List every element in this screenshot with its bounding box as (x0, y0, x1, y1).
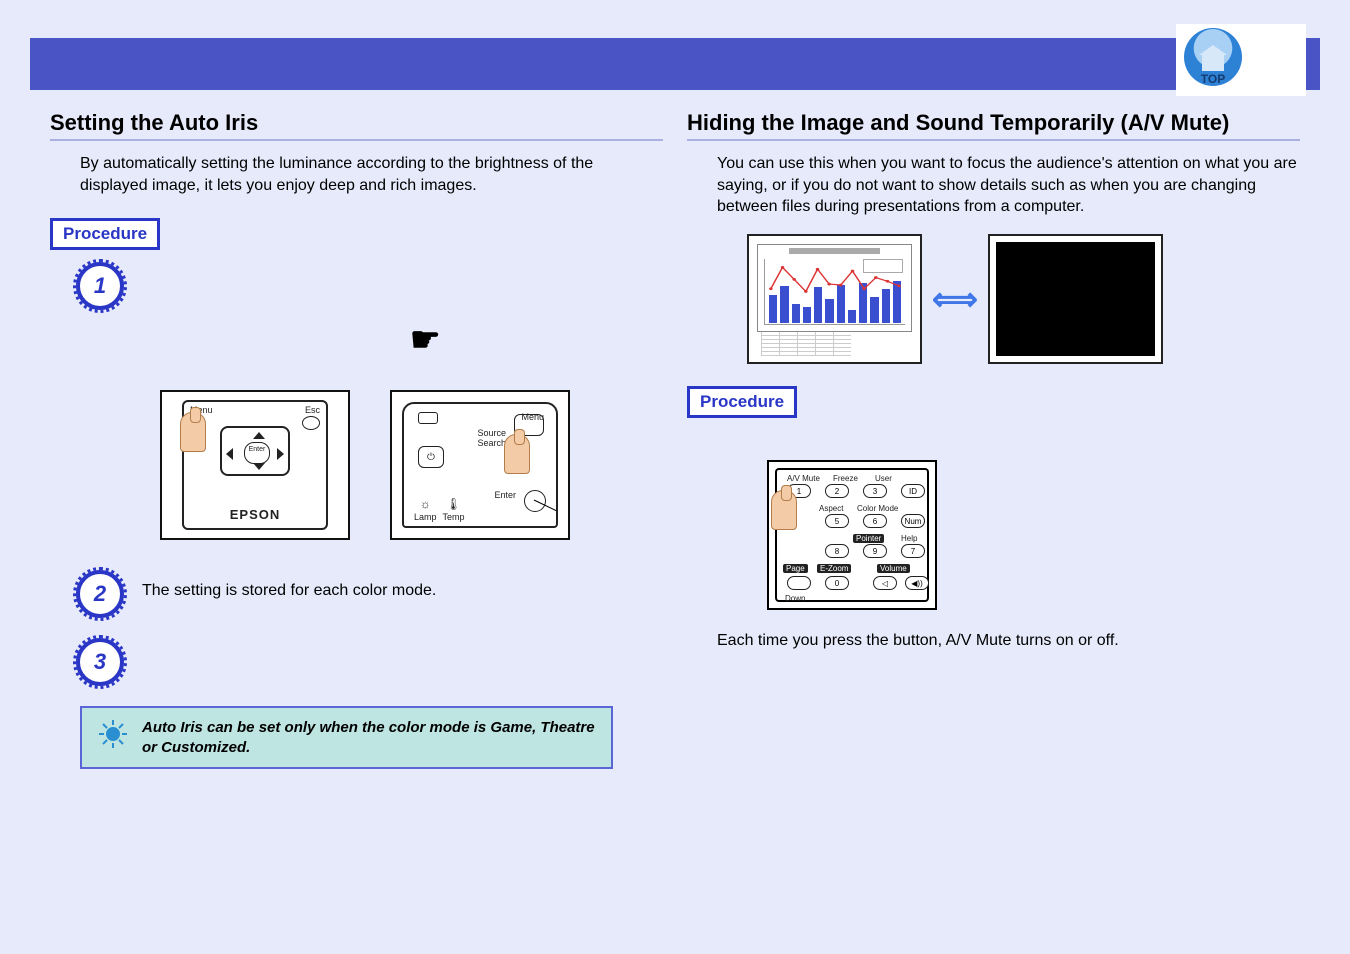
arrow-up-icon (253, 432, 265, 439)
lbl-volume: Volume (877, 564, 910, 573)
lbl-aspect: Aspect (819, 504, 843, 513)
lightbulb-icon (98, 719, 128, 756)
step-num-3: 3 (94, 649, 106, 675)
remote-esc-label: Esc (305, 405, 320, 415)
right-result: Each time you press the button, A/V Mute… (687, 630, 1300, 652)
diagram-row: Menu Esc Enter EPSON (160, 390, 663, 540)
home-icon (1202, 55, 1224, 71)
screen-showing-chart (747, 234, 922, 364)
left-heading: Setting the Auto Iris (50, 110, 663, 141)
btn-2: 2 (825, 484, 849, 498)
av-mute-toggle-illustration: ⟺ (747, 234, 1300, 364)
screen-black (988, 234, 1163, 364)
arrow-down-icon (253, 463, 265, 470)
tip-text: Auto Iris can be set only when the color… (142, 718, 595, 757)
remote-control-diagram: Menu Esc Enter EPSON (160, 390, 350, 540)
btn-3: 3 (863, 484, 887, 498)
control-panel-diagram: ⏻ Menu Source Search Enter ☼Lamp 🌡Temp (390, 390, 570, 540)
left-column: Setting the Auto Iris By automatically s… (50, 110, 663, 769)
remote-brand: EPSON (184, 507, 326, 522)
btn-num: Num (901, 514, 925, 528)
step-bullet-2: 2 (76, 570, 124, 618)
embedded-table (761, 332, 851, 356)
double-arrow-icon: ⟺ (932, 280, 978, 318)
left-intro: By automatically setting the luminance a… (50, 153, 663, 196)
finger-press-icon (180, 412, 206, 452)
top-home-button[interactable]: TOP (1184, 28, 1242, 86)
step-2-text: The setting is stored for each color mod… (142, 570, 436, 602)
step-1: 1 (50, 262, 663, 310)
lbl-freeze: Freeze (833, 474, 858, 483)
step-2: 2 The setting is stored for each color m… (50, 570, 663, 618)
btn-6: 6 (863, 514, 887, 528)
embedded-chart (757, 244, 912, 332)
header-band (30, 38, 1320, 90)
lbl-page: Page (783, 564, 808, 573)
numeric-remote-diagram: A/V Mute Freeze User 1 2 3 ID Aspect Col… (767, 460, 937, 610)
arrow-right-icon (277, 448, 284, 460)
lbl-user: User (875, 474, 892, 483)
right-heading: Hiding the Image and Sound Temporarily (… (687, 110, 1300, 141)
tip-box: Auto Iris can be set only when the color… (80, 706, 613, 769)
reference-pointer-icon: ☛ (410, 320, 663, 360)
lbl-pointer: Pointer (853, 534, 884, 543)
right-intro: You can use this when you want to focus … (687, 153, 1300, 218)
step-num-2: 2 (94, 581, 106, 607)
chart-line-series (765, 259, 905, 324)
procedure-label-left: Procedure (50, 218, 160, 250)
step-num-1: 1 (94, 273, 106, 299)
btn-5: 5 (825, 514, 849, 528)
btn-7: 7 (901, 544, 925, 558)
step-bullet-3: 3 (76, 638, 124, 686)
finger-press-icon-right (771, 490, 797, 530)
btn-page-up (787, 576, 811, 590)
dpad: Enter (220, 426, 290, 476)
step-bullet-1: 1 (76, 262, 124, 310)
lbl-ezoom: E-Zoom (817, 564, 851, 573)
procedure-label-right: Procedure (687, 386, 797, 418)
btn-8: 8 (825, 544, 849, 558)
arrow-left-icon (226, 448, 233, 460)
right-column: Hiding the Image and Sound Temporarily (… (687, 110, 1300, 769)
lbl-help: Help (901, 534, 917, 543)
top-label: TOP (1201, 72, 1225, 86)
panel-leader-lines (404, 404, 556, 526)
btn-0: 0 (825, 576, 849, 590)
lbl-down: Down (785, 594, 805, 603)
esc-button (302, 416, 320, 430)
lbl-avmute: A/V Mute (787, 474, 820, 483)
btn-vol-down: ◁ (873, 576, 897, 590)
lbl-colormode: Color Mode (857, 504, 898, 513)
btn-id: ID (901, 484, 925, 498)
enter-button: Enter (244, 442, 270, 464)
btn-vol-up: ◀)) (905, 576, 929, 590)
step-3: 3 (50, 638, 663, 686)
btn-9: 9 (863, 544, 887, 558)
